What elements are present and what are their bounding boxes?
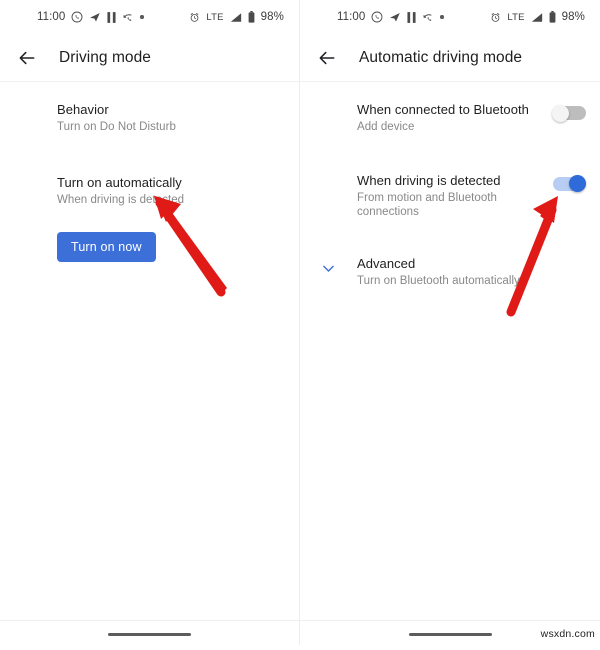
turn-on-now-button[interactable]: Turn on now (57, 232, 156, 262)
row-text: Advanced Turn on Bluetooth automatically (357, 256, 586, 289)
pause-icon (407, 11, 416, 23)
status-bar-right-group: LTE 98% (189, 11, 284, 23)
list-item-title: Behavior (57, 102, 109, 117)
toggle-knob (569, 175, 586, 192)
chevron-down-icon (320, 260, 337, 282)
back-arrow-icon[interactable] (12, 43, 42, 73)
status-bar-left: 11:00 LTE 98% (0, 0, 299, 34)
row-text: When connected to Bluetooth Add device (357, 102, 547, 135)
driving-detected-toggle[interactable] (553, 175, 586, 192)
list-item-subtitle: When driving is detected (57, 193, 185, 206)
status-bar-right: 11:00 LTE 98% (300, 0, 600, 34)
gesture-nav-bar-left (0, 620, 299, 645)
telegram-icon (389, 11, 401, 23)
status-clock: 11:00 (37, 11, 66, 23)
battery-percent: 98% (561, 11, 585, 23)
gesture-pill[interactable] (108, 633, 191, 636)
turn-on-now-button-wrap: Turn on now (0, 216, 299, 262)
back-arrow-icon[interactable] (312, 43, 342, 73)
signal-bars-icon (230, 12, 242, 23)
settings-list-left: Behavior Turn on Do Not Disturb Turn on … (0, 82, 299, 262)
app-bar-right: Automatic driving mode (300, 34, 600, 81)
row-trailing (552, 102, 586, 122)
battery-percent: 98% (260, 11, 284, 23)
left-phone-screen: 11:00 LTE 98% Driving mode Behavior Turn… (0, 0, 300, 645)
list-item-title: Turn on automatically (57, 174, 182, 190)
right-phone-screen: 11:00 LTE 98% Automatic driving mode Whe… (300, 0, 600, 645)
gesture-pill[interactable] (408, 633, 492, 636)
row-trailing (553, 173, 586, 192)
dual-screenshot-container: 11:00 LTE 98% Driving mode Behavior Turn… (0, 0, 600, 645)
bluetooth-connected-toggle[interactable] (552, 104, 586, 122)
list-item-turn-on-automatically[interactable]: Turn on automatically When driving is de… (0, 166, 299, 217)
list-item-when-driving-detected[interactable]: When driving is detected From motion and… (300, 164, 600, 229)
list-item-title: When connected to Bluetooth (357, 102, 529, 117)
list-item-title: When driving is detected (357, 172, 501, 188)
toggle-knob (552, 104, 569, 122)
row-text: Turn on automatically When driving is de… (57, 175, 285, 208)
missed-call-icon (122, 11, 134, 23)
expand-advanced-button[interactable] (300, 256, 357, 282)
alarm-icon (189, 12, 200, 23)
dot-icon (440, 15, 444, 19)
list-item-subtitle: Turn on Do Not Disturb (57, 121, 176, 133)
row-lead-spacer (300, 102, 357, 106)
pause-icon (107, 11, 116, 23)
row-text: Behavior Turn on Do Not Disturb (57, 102, 285, 135)
page-title: Driving mode (59, 48, 151, 66)
signal-bars-icon (531, 12, 543, 23)
row-lead-spacer (0, 175, 57, 179)
whatsapp-icon (371, 11, 383, 23)
status-bar-left-group: 11:00 (37, 11, 144, 23)
battery-icon (549, 11, 556, 23)
missed-call-icon (422, 11, 434, 23)
list-item-subtitle: From motion and Bluetooth connections (357, 191, 497, 219)
watermark: wsxdn.com (540, 628, 595, 640)
list-item-subtitle: Add device (357, 121, 415, 133)
battery-icon (248, 11, 255, 23)
settings-list-right: When connected to Bluetooth Add device W… (300, 82, 600, 297)
network-label: LTE (206, 11, 224, 23)
status-bar-right-group: LTE 98% (490, 11, 585, 23)
whatsapp-icon (71, 11, 83, 23)
list-item-title: Advanced (357, 255, 416, 271)
status-clock: 11:00 (337, 11, 366, 23)
telegram-icon (89, 11, 101, 23)
dot-icon (140, 15, 144, 19)
row-lead-spacer (300, 173, 357, 177)
list-item-behavior[interactable]: Behavior Turn on Do Not Disturb (0, 93, 299, 144)
app-bar-left: Driving mode (0, 34, 299, 81)
row-lead-spacer (0, 102, 57, 106)
list-item-advanced[interactable]: Advanced Turn on Bluetooth automatically (300, 247, 600, 298)
list-item-subtitle: Turn on Bluetooth automatically (357, 274, 520, 287)
network-label: LTE (507, 11, 525, 23)
row-text: When driving is detected From motion and… (357, 173, 547, 220)
alarm-icon (490, 12, 501, 23)
status-bar-left-group: 11:00 (337, 11, 444, 23)
page-title: Automatic driving mode (359, 48, 523, 66)
list-item-when-connected-bluetooth[interactable]: When connected to Bluetooth Add device (300, 93, 600, 144)
